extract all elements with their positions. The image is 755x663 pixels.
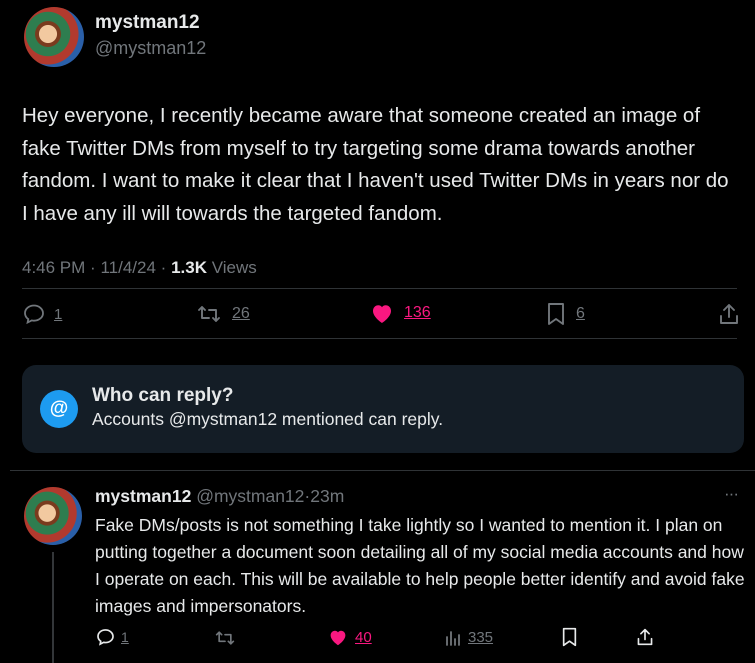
- bar-chart-icon: [444, 628, 462, 646]
- more-options-icon[interactable]: ···: [724, 484, 739, 504]
- repost-button[interactable]: 26: [196, 302, 250, 326]
- reply-header: mystman12 @mystman12·23m: [95, 486, 344, 507]
- reply-repost-button[interactable]: [214, 628, 236, 648]
- share-icon: [718, 302, 740, 326]
- reply-icon: [22, 302, 46, 326]
- share-icon: [636, 627, 654, 647]
- reply-views-count: 335: [468, 628, 494, 646]
- author-avatar[interactable]: [24, 7, 84, 67]
- reply-count: 1: [54, 305, 63, 323]
- repost-icon: [196, 302, 222, 326]
- views-count: 1.3K: [171, 258, 207, 277]
- reply-reply-count: 1: [121, 629, 129, 645]
- reply-author-handle[interactable]: @mystman12: [196, 486, 304, 506]
- reply-restriction-title: Who can reply?: [92, 385, 234, 406]
- repost-icon: [214, 628, 236, 648]
- heart-filled-icon: [370, 302, 394, 324]
- author-handle[interactable]: @mystman12: [95, 38, 206, 59]
- reply-icon: [95, 627, 116, 647]
- post-text: Hey everyone, I recently became aware th…: [22, 104, 729, 225]
- reply-button[interactable]: 1: [22, 302, 62, 326]
- share-button[interactable]: [718, 302, 740, 326]
- post-time: 4:46 PM: [22, 258, 86, 277]
- thread-line: [52, 552, 54, 663]
- divider: [22, 338, 737, 339]
- like-button[interactable]: 136: [370, 302, 431, 324]
- post-date: 11/4/24: [100, 258, 156, 277]
- divider: [10, 470, 755, 471]
- divider: [22, 288, 737, 289]
- reply-bookmark-button[interactable]: [561, 627, 578, 647]
- views-label: Views: [211, 258, 257, 277]
- reply-restriction-box: @ Who can reply? Accounts @mystman12 men…: [22, 365, 744, 453]
- reply-views-button[interactable]: 335: [444, 628, 493, 646]
- reply-like-count: 40: [355, 628, 372, 646]
- mention-icon: @: [40, 390, 78, 428]
- bookmark-button[interactable]: 6: [546, 302, 585, 326]
- reply-author-name[interactable]: mystman12: [95, 486, 191, 506]
- reply-age[interactable]: 23m: [310, 486, 344, 506]
- post-meta: 4:46 PM · 11/4/24 · 1.3K Views: [22, 258, 257, 278]
- meta-separator: ·: [160, 258, 167, 277]
- reply-reply-button[interactable]: 1: [95, 627, 129, 647]
- reply-restriction-text: Accounts @mystman12 mentioned can reply.: [92, 409, 444, 429]
- reply-like-button[interactable]: 40: [328, 628, 372, 646]
- bookmark-icon: [546, 302, 566, 326]
- bookmark-icon: [561, 627, 578, 647]
- author-display-name[interactable]: mystman12: [95, 12, 200, 34]
- reply-author-avatar[interactable]: [24, 487, 82, 545]
- like-count: 136: [404, 304, 431, 321]
- reply-share-button[interactable]: [636, 627, 654, 647]
- heart-filled-icon: [328, 628, 348, 646]
- repost-count: 26: [232, 305, 250, 322]
- bookmark-count: 6: [576, 305, 585, 322]
- meta-separator: ·: [90, 258, 96, 277]
- reply-text: Fake DMs/posts is not something I take l…: [95, 515, 745, 616]
